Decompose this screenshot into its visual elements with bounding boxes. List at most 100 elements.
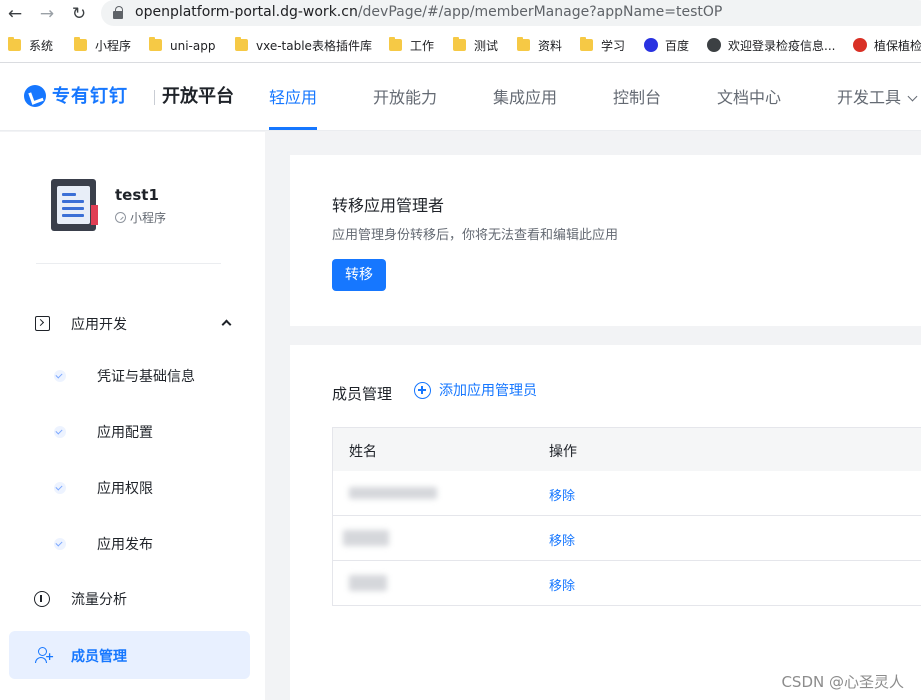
table-header: 姓名 操作 xyxy=(332,427,921,471)
gauge-icon xyxy=(34,591,50,607)
folder-icon xyxy=(453,37,466,51)
bookmark-ribbon xyxy=(91,205,98,225)
nav-light-app[interactable]: 轻应用 xyxy=(269,87,317,109)
bookmark-site[interactable]: 欢迎登录检疫信息... xyxy=(707,37,835,55)
app-name: test1 xyxy=(115,186,159,204)
bookmark-site[interactable]: 植保植检 xyxy=(853,37,921,55)
user-add-icon-body xyxy=(35,657,47,663)
bookmark-label: 植保植检 xyxy=(874,39,921,53)
page-line xyxy=(62,200,84,203)
sidebar-item-label: 流量分析 xyxy=(71,592,127,608)
bookmark-folder[interactable]: 小程序 xyxy=(74,37,131,55)
url-path: /devPage/#/app/memberManage?appName=test… xyxy=(357,4,723,20)
sidebar-item-traffic[interactable]: 流量分析 xyxy=(0,579,265,619)
app-type-label: 小程序 xyxy=(130,211,167,225)
folder-icon xyxy=(517,37,530,51)
bookmark-baidu[interactable]: 百度 xyxy=(644,37,689,55)
globe-icon xyxy=(707,38,721,52)
bookmark-folder[interactable]: 系统 xyxy=(8,37,53,55)
url-text: openplatform-portal.dg-work.cn/devPage/#… xyxy=(135,4,722,20)
sidebar: test1 小程序 应用开发 凭证与基础信息 应用配置 应用权限 应用发布 流量… xyxy=(0,132,265,700)
app-header: 专有钉钉 开放平台 轻应用 开放能力 集成应用 控制台 文档中心 开发工具 xyxy=(0,63,921,131)
sidebar-item-credentials[interactable]: 凭证与基础信息 xyxy=(0,358,265,394)
remove-link[interactable]: 移除 xyxy=(549,575,575,594)
active-nav-indicator xyxy=(269,127,317,130)
emblem-icon xyxy=(853,38,867,52)
bookmark-label: 工作 xyxy=(410,39,435,53)
mini-program-icon xyxy=(115,212,126,223)
folder-icon xyxy=(8,37,21,51)
redacted-name xyxy=(349,487,437,499)
folder-icon xyxy=(149,37,162,51)
bookmark-label: 小程序 xyxy=(95,39,132,53)
browser-toolbar: ← → ↻ openplatform-portal.dg-work.cn/dev… xyxy=(0,0,921,28)
bookmark-folder[interactable]: uni-app xyxy=(149,37,215,55)
app-book-icon xyxy=(51,179,98,231)
app-type: 小程序 xyxy=(115,209,166,226)
folder-icon xyxy=(74,37,87,51)
sidebar-item-members[interactable]: 成员管理 xyxy=(9,631,250,679)
bookmark-label: 系统 xyxy=(29,39,54,53)
folder-icon xyxy=(580,37,593,51)
bookmark-label: 百度 xyxy=(665,39,690,53)
chevron-up-icon[interactable] xyxy=(221,319,232,330)
transfer-button[interactable]: 转移 xyxy=(332,259,386,291)
nav-open-capability[interactable]: 开放能力 xyxy=(373,87,437,109)
transfer-title: 转移应用管理者 xyxy=(332,196,445,215)
sidebar-item-label: 凭证与基础信息 xyxy=(97,369,195,385)
sidebar-item-publish[interactable]: 应用发布 xyxy=(0,526,265,562)
sidebar-item-app-config[interactable]: 应用配置 xyxy=(0,414,265,450)
table-row: 移除 xyxy=(332,471,921,516)
member-management-card: 成员管理 添加应用管理员 姓名 操作 移除 移除 移除 xyxy=(290,345,921,700)
redacted-name xyxy=(349,575,387,591)
transfer-admin-card: 转移应用管理者 应用管理身份转移后，你将无法查看和编辑此应用 转移 xyxy=(290,155,921,326)
book-page xyxy=(57,186,90,224)
nav-console[interactable]: 控制台 xyxy=(613,87,661,109)
bookmark-label: 欢迎登录检疫信息... xyxy=(728,39,836,53)
sidebar-item-label: 成员管理 xyxy=(71,649,127,665)
menu-group-label: 应用开发 xyxy=(71,317,127,333)
page-line xyxy=(62,193,76,196)
table-row: 移除 xyxy=(332,561,921,606)
check-circle-icon xyxy=(54,538,66,550)
bookmark-label: 测试 xyxy=(474,39,499,53)
column-header-action: 操作 xyxy=(549,444,577,460)
add-admin-label: 添加应用管理员 xyxy=(439,383,537,399)
remove-link[interactable]: 移除 xyxy=(549,485,575,504)
forward-arrow-icon[interactable]: → xyxy=(36,3,58,25)
column-header-name: 姓名 xyxy=(349,444,377,460)
bookmark-label: 学习 xyxy=(601,39,626,53)
nav-docs[interactable]: 文档中心 xyxy=(717,87,781,109)
address-bar[interactable]: openplatform-portal.dg-work.cn/devPage/#… xyxy=(101,0,921,26)
url-host: openplatform-portal.dg-work.cn xyxy=(135,4,358,20)
plus-circle-icon xyxy=(414,382,431,399)
menu-group-app-dev[interactable]: 应用开发 xyxy=(0,304,265,344)
sidebar-item-label: 应用发布 xyxy=(97,537,153,553)
check-circle-icon xyxy=(54,426,66,438)
check-circle-icon xyxy=(54,370,66,382)
nav-integrated-app[interactable]: 集成应用 xyxy=(493,87,557,109)
bookmarks-bar: 系统 小程序 uni-app vxe-table表格插件库 工作 测试 资料 学… xyxy=(0,28,921,63)
page-line xyxy=(62,207,84,210)
remove-link[interactable]: 移除 xyxy=(549,530,575,549)
transfer-description: 应用管理身份转移后，你将无法查看和编辑此应用 xyxy=(332,228,619,243)
folder-icon xyxy=(235,37,248,51)
reload-icon[interactable]: ↻ xyxy=(68,3,90,25)
bookmark-folder[interactable]: vxe-table表格插件库 xyxy=(235,37,372,55)
nav-dev-tools[interactable]: 开发工具 xyxy=(837,87,918,109)
sidebar-item-permissions[interactable]: 应用权限 xyxy=(0,470,265,506)
check-circle-icon xyxy=(54,482,66,494)
bookmark-label: uni-app xyxy=(170,39,216,53)
bookmark-folder[interactable]: 测试 xyxy=(453,37,498,55)
redacted-name xyxy=(343,530,389,546)
bookmark-label: 资料 xyxy=(538,39,563,53)
nav-dev-tools-label: 开发工具 xyxy=(837,88,902,107)
table-row: 移除 xyxy=(332,516,921,561)
bookmark-folder[interactable]: 工作 xyxy=(389,37,434,55)
back-arrow-icon[interactable]: ← xyxy=(4,3,26,25)
logo-text: 专有钉钉 xyxy=(52,86,128,107)
bookmark-folder[interactable]: 学习 xyxy=(580,37,625,55)
bookmark-folder[interactable]: 资料 xyxy=(517,37,562,55)
logo-subtitle: 开放平台 xyxy=(162,86,234,107)
watermark: CSDN @心圣灵人 xyxy=(781,673,904,691)
